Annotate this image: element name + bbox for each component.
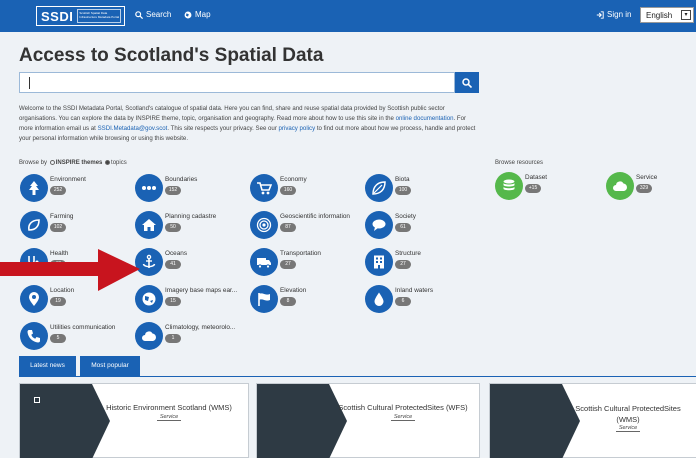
record-card[interactable]: Historic Environment Scotland (WMS) Serv… [19, 383, 249, 458]
speech-icon [365, 211, 393, 239]
chevron-down-icon: ▾ [681, 10, 691, 20]
browse-resources-label: Browse resources [495, 160, 544, 166]
record-title: Scottish Cultural ProtectedSites (WFS) [338, 403, 468, 412]
red-arrow-annotation [0, 249, 140, 291]
record-thumbnail [20, 384, 110, 458]
email-link[interactable]: SSDI.Metadata@gov.scot [98, 125, 168, 132]
record-card[interactable]: Scottish Cultural ProtectedSites (WFS) S… [256, 383, 480, 458]
page-title: Access to Scotland's Spatial Data [19, 45, 324, 66]
inspire-themes-radio[interactable] [49, 160, 55, 165]
record-type: Service [94, 414, 244, 421]
flag-icon [250, 285, 278, 313]
phone-icon [20, 322, 48, 350]
sign-in-link[interactable]: Sign in [596, 10, 631, 19]
image-icon [34, 397, 40, 403]
database-icon [495, 172, 523, 200]
water-drop-icon [365, 285, 393, 313]
house-icon [135, 211, 163, 239]
record-type: Service [564, 425, 692, 432]
topics-radio[interactable] [105, 160, 111, 165]
record-title: Historic Environment Scotland (WMS) [106, 403, 232, 412]
target-icon [250, 211, 278, 239]
sign-in-icon [596, 10, 604, 19]
nav-search-link[interactable]: Search [135, 10, 171, 19]
search-icon [462, 77, 472, 88]
tab-latest-news[interactable]: Latest news [19, 356, 76, 376]
record-card[interactable]: Scottish Cultural ProtectedSites (WMS) S… [489, 383, 696, 458]
record-thumbnail [490, 384, 580, 458]
privacy-policy-link[interactable]: privacy policy [279, 125, 316, 132]
building-icon [365, 248, 393, 276]
search-input[interactable] [19, 72, 455, 93]
farming-icon [20, 211, 48, 239]
tree-icon [20, 174, 48, 202]
truck-icon [250, 248, 278, 276]
dots-icon [135, 174, 163, 202]
globe-icon [184, 11, 192, 18]
top-navbar: SSDI Scottish Spatial Data Infrastructur… [0, 0, 696, 32]
search-button[interactable] [455, 72, 479, 93]
tab-most-popular[interactable]: Most popular [80, 356, 140, 376]
leaf-icon [365, 174, 393, 202]
welcome-text: Welcome to the SSDI Metadata Portal, Sco… [19, 105, 476, 142]
online-documentation-link[interactable]: online documentation [396, 115, 454, 122]
record-type: Service [331, 414, 475, 421]
browse-by-toggle: Browse by INSPIRE themes topics [19, 160, 127, 167]
cart-icon [250, 174, 278, 202]
search-icon [135, 10, 143, 19]
text-cursor [29, 77, 30, 89]
record-thumbnail [257, 384, 347, 458]
language-select[interactable]: English ▾ [640, 7, 694, 23]
cloud-icon [135, 322, 163, 350]
nav-map-link[interactable]: Map [184, 10, 211, 19]
ssdi-logo[interactable]: SSDI Scottish Spatial Data Infrastructur… [36, 6, 126, 26]
record-title: Scottish Cultural ProtectedSites (WMS) [575, 404, 681, 424]
cloud-icon [606, 172, 634, 200]
tab-divider [19, 376, 696, 377]
